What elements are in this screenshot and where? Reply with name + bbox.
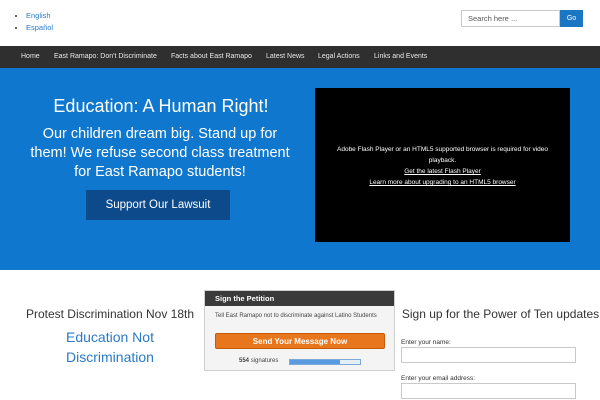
video-player[interactable]: Adobe Flash Player or an HTML5 supported… [315, 88, 570, 242]
petition-text: Tell East Ramapo not to discriminate aga… [215, 313, 377, 319]
petition-widget: Sign the Petition Tell East Ramapo not t… [204, 290, 395, 371]
nav-item-dont-discriminate[interactable]: East Ramapo: Don't Discriminate [54, 46, 157, 68]
search-go-button[interactable]: Go [560, 10, 583, 27]
send-message-button[interactable]: Send Your Message Now [215, 333, 385, 349]
signature-count: 554 signatures [239, 358, 278, 364]
name-label: Enter your name: [401, 339, 451, 346]
email-field[interactable] [401, 383, 576, 399]
language-list: English Español [26, 10, 53, 34]
nav-item-latest-news[interactable]: Latest News [266, 46, 305, 68]
language-item-english: English [26, 10, 53, 22]
nav-item-legal-actions[interactable]: Legal Actions [318, 46, 360, 68]
nav-item-facts[interactable]: Facts about East Ramapo [171, 46, 252, 68]
education-line-1: Education Not [66, 329, 154, 345]
video-message: Adobe Flash Player or an HTML5 supported… [337, 146, 548, 164]
nav-item-links-events[interactable]: Links and Events [374, 46, 427, 68]
signup-title: Sign up for the Power of Ten updates [401, 307, 600, 321]
hero-subtitle: Our children dream big. Stand up for the… [30, 126, 290, 180]
hero-banner: Education: A Human Right! Our children d… [0, 68, 600, 270]
language-item-spanish: Español [26, 22, 53, 34]
flash-player-link[interactable]: Get the latest Flash Player [315, 166, 570, 177]
search-input[interactable] [461, 10, 560, 27]
support-lawsuit-button[interactable]: Support Our Lawsuit [86, 190, 230, 220]
signature-progress-fill [290, 360, 341, 364]
protest-section: Protest Discrimination Nov 18th Educatio… [0, 270, 220, 400]
top-bar: English Español Go [0, 0, 600, 46]
main-nav: Home East Ramapo: Don't Discriminate Fac… [0, 46, 600, 68]
nav-item-home[interactable]: Home [21, 46, 40, 68]
email-label: Enter your email address: [401, 375, 476, 382]
name-field[interactable] [401, 347, 576, 363]
html5-upgrade-link[interactable]: Learn more about upgrading to an HTML5 b… [315, 177, 570, 188]
signature-number: 554 [239, 358, 250, 364]
language-link-spanish[interactable]: Español [26, 23, 53, 32]
signature-label: signatures [250, 358, 279, 364]
protest-heading: Protest Discrimination Nov 18th [25, 307, 195, 321]
signup-section: Sign up for the Power of Ten updates Ent… [401, 270, 600, 400]
hero-title: Education: A Human Right! [53, 96, 269, 116]
education-link[interactable]: Education Not Discrimination [0, 327, 220, 367]
petition-header: Sign the Petition [205, 291, 394, 306]
language-link-english[interactable]: English [26, 11, 51, 20]
signature-progress-bar [289, 359, 361, 365]
education-line-2: Discrimination [66, 349, 154, 365]
